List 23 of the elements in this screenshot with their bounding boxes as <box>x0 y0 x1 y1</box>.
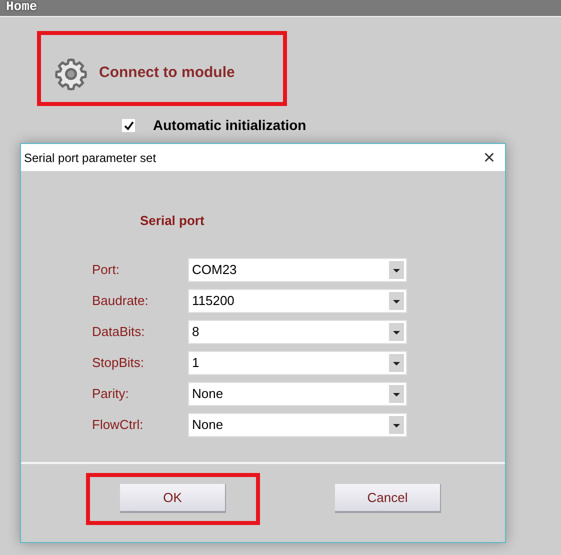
dropdown[interactable]: None <box>188 382 407 406</box>
dropdown[interactable]: COM23 <box>188 258 407 282</box>
check-icon <box>124 120 134 130</box>
dropdown[interactable]: None <box>188 412 407 436</box>
dropdown[interactable]: 8 <box>188 320 407 344</box>
page-title: Home <box>6 0 38 14</box>
dialog-title: Serial port parameter set <box>24 150 156 166</box>
connect-button[interactable]: Connect to module <box>53 56 235 92</box>
close-button[interactable]: × <box>483 148 495 168</box>
field-label: Port: <box>92 260 120 279</box>
gear-icon <box>53 56 89 92</box>
section-title: Serial port <box>140 212 204 230</box>
field-label: FlowCtrl: <box>92 416 144 434</box>
checkbox-label: Automatic initialization <box>153 116 306 135</box>
field-label: DataBits: <box>92 322 146 341</box>
dialog-button[interactable]: Cancel <box>335 484 441 513</box>
dropdown[interactable]: 115200 <box>188 288 407 312</box>
field-label: Parity: <box>92 384 130 403</box>
field-label: StopBits: <box>92 354 146 372</box>
dialog-button[interactable]: OK <box>120 484 226 513</box>
checkbox[interactable] <box>122 119 135 132</box>
dropdown[interactable]: 1 <box>188 350 407 374</box>
field-label: Baudrate: <box>92 292 150 310</box>
